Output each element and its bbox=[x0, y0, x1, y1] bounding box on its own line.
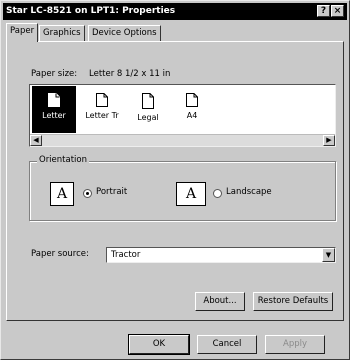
portrait-radio[interactable] bbox=[83, 189, 92, 198]
landscape-icon: A bbox=[176, 182, 206, 206]
help-button[interactable]: ? bbox=[317, 5, 330, 17]
page-icon bbox=[186, 93, 198, 107]
paper-size-legal[interactable]: Legal bbox=[126, 86, 170, 133]
page-icon bbox=[48, 93, 60, 107]
paper-source-label: Paper source: bbox=[31, 249, 89, 259]
landscape-label[interactable]: Landscape bbox=[226, 187, 272, 197]
paper-size-scrollbar[interactable]: ◀ ▶ bbox=[30, 134, 335, 146]
paper-size-label: Paper size: bbox=[31, 69, 78, 79]
title-bar[interactable]: Star LC-8521 on LPT1: Properties ? × bbox=[3, 3, 347, 20]
paper-source-value: Tractor bbox=[111, 250, 141, 260]
about-button[interactable]: About... bbox=[195, 292, 245, 311]
close-button[interactable]: × bbox=[331, 5, 344, 17]
paper-source-dropdown[interactable]: Tractor ▼ bbox=[106, 247, 336, 263]
paper-size-label-a4: A4 bbox=[186, 111, 198, 120]
scroll-right-button[interactable]: ▶ bbox=[323, 135, 335, 146]
portrait-icon: A bbox=[50, 182, 74, 206]
tab-paper[interactable]: Paper bbox=[6, 23, 39, 42]
paper-size-a4[interactable]: A4 bbox=[170, 86, 214, 133]
page-icon bbox=[96, 93, 108, 107]
page-icon bbox=[142, 93, 154, 109]
orientation-group-title: Orientation bbox=[37, 155, 89, 165]
tab-device-options[interactable]: Device Options bbox=[88, 25, 161, 41]
tab-strip: Paper Graphics Device Options bbox=[6, 23, 342, 42]
orientation-group: Orientation A Portrait A Landscape bbox=[29, 155, 336, 221]
chevron-down-icon[interactable]: ▼ bbox=[322, 248, 335, 262]
landscape-radio[interactable] bbox=[213, 189, 222, 198]
paper-size-list[interactable]: Letter Letter Tr Legal A4 ◀ ▶ bbox=[29, 84, 336, 147]
properties-dialog: Star LC-8521 on LPT1: Properties ? × Pap… bbox=[0, 0, 350, 360]
portrait-label[interactable]: Portrait bbox=[96, 187, 127, 197]
tab-graphics[interactable]: Graphics bbox=[39, 25, 85, 41]
restore-defaults-button[interactable]: Restore Defaults bbox=[253, 292, 333, 311]
paper-size-label-legal: Legal bbox=[137, 113, 159, 122]
paper-size-letter[interactable]: Letter bbox=[32, 86, 76, 133]
paper-size-value: Letter 8 1/2 x 11 in bbox=[89, 69, 171, 79]
paper-size-letter-transverse[interactable]: Letter Tr bbox=[80, 86, 124, 133]
paper-size-label-letter: Letter bbox=[42, 111, 66, 120]
apply-button[interactable]: Apply bbox=[265, 335, 325, 354]
paper-size-label-letter-transverse: Letter Tr bbox=[85, 111, 119, 120]
cancel-button[interactable]: Cancel bbox=[197, 335, 257, 354]
window-title: Star LC-8521 on LPT1: Properties bbox=[6, 6, 176, 16]
ok-button[interactable]: OK bbox=[128, 334, 190, 355]
scroll-left-button[interactable]: ◀ bbox=[30, 135, 42, 146]
